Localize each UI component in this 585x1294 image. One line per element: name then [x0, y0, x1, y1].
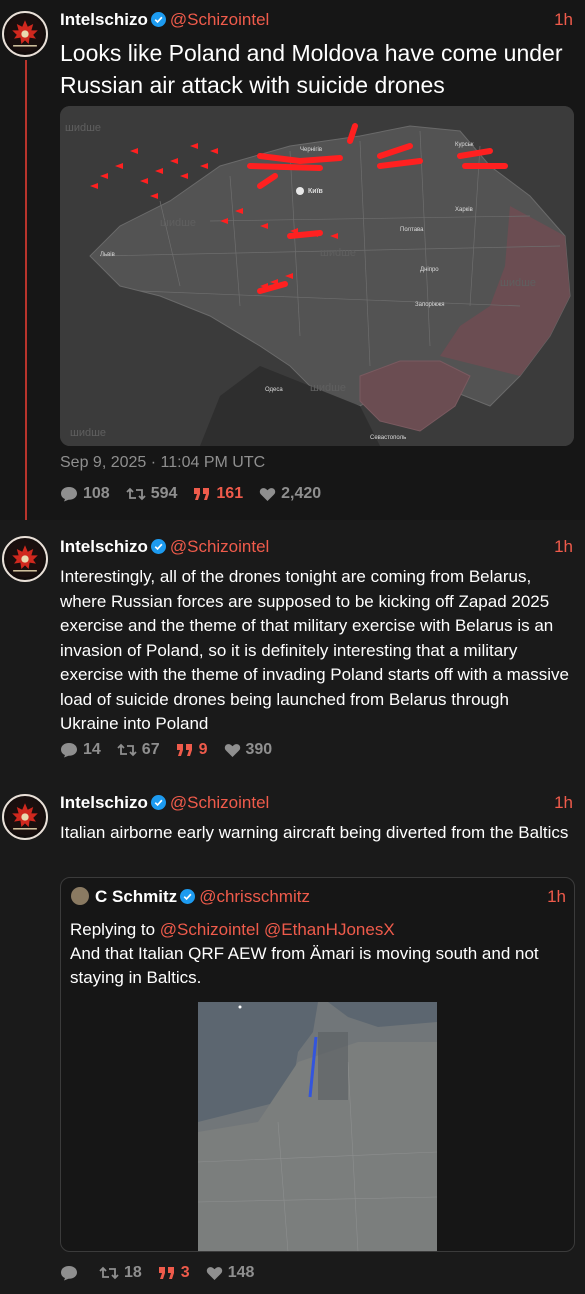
baltic-flight-map-image [198, 1002, 437, 1251]
author-name[interactable]: Intelschizo [60, 793, 148, 812]
svg-text:Запоріжжя: Запоріжжя [415, 302, 445, 308]
author-name[interactable]: Intelschizo [60, 10, 148, 29]
ukraine-map-image: Київ Харків Одеса Львів Дніпро Запоріжжя… [60, 106, 574, 446]
retweet-icon [117, 743, 137, 757]
tweet-header: Intelschizo @Schizointel 1h [60, 792, 573, 814]
tweet-time[interactable]: 1h [554, 9, 573, 31]
retweet-count: 594 [150, 485, 178, 502]
svg-text:шиdшe: шиdшe [310, 382, 346, 394]
author-name[interactable]: Intelschizo [60, 537, 148, 556]
author-handle[interactable]: @Schizointel [170, 537, 269, 556]
tweet-header: Intelschizo @Schizointel 1h [60, 9, 573, 31]
replying-to-label: Replying to [70, 920, 156, 939]
tweet-stats: 14 67 9 390 [60, 739, 288, 761]
reply-icon [61, 743, 77, 758]
replying-to-line: Replying to @Schizointel @EthanHJonesX [70, 918, 564, 942]
tweet-text: Interestingly, all of the drones tonight… [60, 567, 569, 733]
like-count: 148 [227, 1264, 255, 1281]
author-avatar[interactable] [2, 11, 48, 57]
verified-icon [150, 12, 166, 27]
quoted-author-name[interactable]: C Schmitz [95, 887, 177, 906]
heart-icon [224, 743, 240, 757]
tweet[interactable]: Intelschizo @Schizointel 1h Interestingly… [0, 520, 585, 778]
quote-button[interactable]: 161 [193, 485, 243, 503]
heart-icon [259, 487, 276, 501]
svg-text:шиdшe: шиdшe [500, 277, 536, 289]
retweet-button[interactable]: 18 [99, 1264, 142, 1282]
tweet[interactable]: Intelschizo @Schizointel 1h Looks like Po… [0, 0, 585, 520]
quote-count: 9 [198, 741, 208, 758]
quoted-author-handle[interactable]: @chrisschmitz [199, 887, 310, 906]
quote-icon [194, 488, 210, 500]
reply-button[interactable]: 14 [60, 741, 101, 759]
reply-button[interactable] [60, 1265, 83, 1281]
quoted-tweet-time[interactable]: 1h [547, 886, 566, 908]
quoted-tweet-header: C Schmitz @chrisschmitz 1h [71, 886, 566, 908]
quote-icon [176, 744, 192, 756]
like-count: 2,420 [281, 485, 322, 502]
retweet-count: 67 [141, 741, 160, 758]
verified-icon [150, 795, 166, 810]
mention-link[interactable]: @Schizointel [160, 920, 259, 939]
svg-text:Севастополь: Севастополь [370, 435, 406, 441]
quote-icon [158, 1267, 174, 1279]
retweet-count: 18 [124, 1264, 142, 1281]
reply-count: 108 [83, 485, 110, 502]
author-avatar[interactable] [2, 536, 48, 582]
reply-icon [61, 487, 77, 502]
author-avatar[interactable] [2, 794, 48, 840]
svg-text:Дніпро: Дніпро [420, 267, 439, 273]
like-count: 390 [245, 741, 273, 758]
svg-text:шиdшe: шиdшe [70, 427, 106, 439]
reply-icon [61, 1266, 77, 1281]
svg-text:Львів: Львів [100, 252, 115, 258]
verified-icon [180, 889, 196, 904]
svg-text:Полтава: Полтава [400, 227, 424, 233]
mention-link[interactable]: @EthanHJonesX [264, 920, 395, 939]
svg-text:шиdшe: шиdшe [320, 247, 356, 259]
svg-text:Київ: Київ [308, 188, 324, 195]
svg-text:Курськ: Курськ [455, 142, 474, 148]
tweet-stats: 18 3 148 [60, 1262, 270, 1284]
svg-text:шиdшe: шиdшe [160, 217, 196, 229]
verified-icon [150, 539, 166, 554]
tweet-date[interactable]: Sep 9, 2025 · 11:04 PM UTC [60, 454, 265, 472]
quote-count: 3 [180, 1264, 190, 1281]
svg-text:шиdшe: шиdшe [65, 122, 101, 134]
like-button[interactable]: 2,420 [259, 485, 321, 503]
tweet-time[interactable]: 1h [554, 536, 573, 558]
svg-text:Чернігів: Чернігів [300, 147, 322, 153]
tweet-header: Intelschizo @Schizointel 1h [60, 536, 573, 558]
retweet-button[interactable]: 67 [117, 741, 160, 759]
svg-text:Одеса: Одеса [265, 387, 283, 393]
tweet-image-attack-map[interactable]: Київ Харків Одеса Львів Дніпро Запоріжжя… [60, 106, 574, 446]
quote-button[interactable]: 9 [176, 741, 208, 759]
quoted-tweet-image-flight-map[interactable] [198, 1002, 437, 1251]
tweet-time[interactable]: 1h [554, 792, 573, 814]
like-button[interactable]: 390 [224, 741, 273, 759]
quoted-author-avatar[interactable] [71, 887, 89, 905]
author-handle[interactable]: @Schizointel [170, 793, 269, 812]
svg-text:Харків: Харків [455, 207, 473, 213]
retweet-icon [99, 1266, 119, 1280]
like-button[interactable]: 148 [206, 1264, 255, 1282]
tweet-stats: 108 594 161 2,420 [60, 483, 337, 505]
retweet-icon [126, 487, 146, 501]
reply-count: 14 [83, 741, 101, 758]
reply-button[interactable]: 108 [60, 485, 110, 503]
tweet-text: Italian airborne early warning aircraft … [60, 823, 569, 842]
author-handle[interactable]: @Schizointel [170, 10, 269, 29]
quote-count: 161 [216, 485, 244, 502]
heart-icon [206, 1266, 222, 1280]
quote-button[interactable]: 3 [158, 1264, 190, 1282]
quoted-tweet-text: And that Italian QRF AEW from Ämari is m… [70, 944, 539, 987]
quoted-tweet-card[interactable]: C Schmitz @chrisschmitz 1h Replying to @S… [60, 877, 575, 1252]
retweet-button[interactable]: 594 [126, 485, 178, 503]
tweet-text: Looks like Poland and Moldova have come … [60, 40, 563, 98]
quoted-tweet-body: Replying to @Schizointel @EthanHJonesX A… [70, 918, 564, 990]
